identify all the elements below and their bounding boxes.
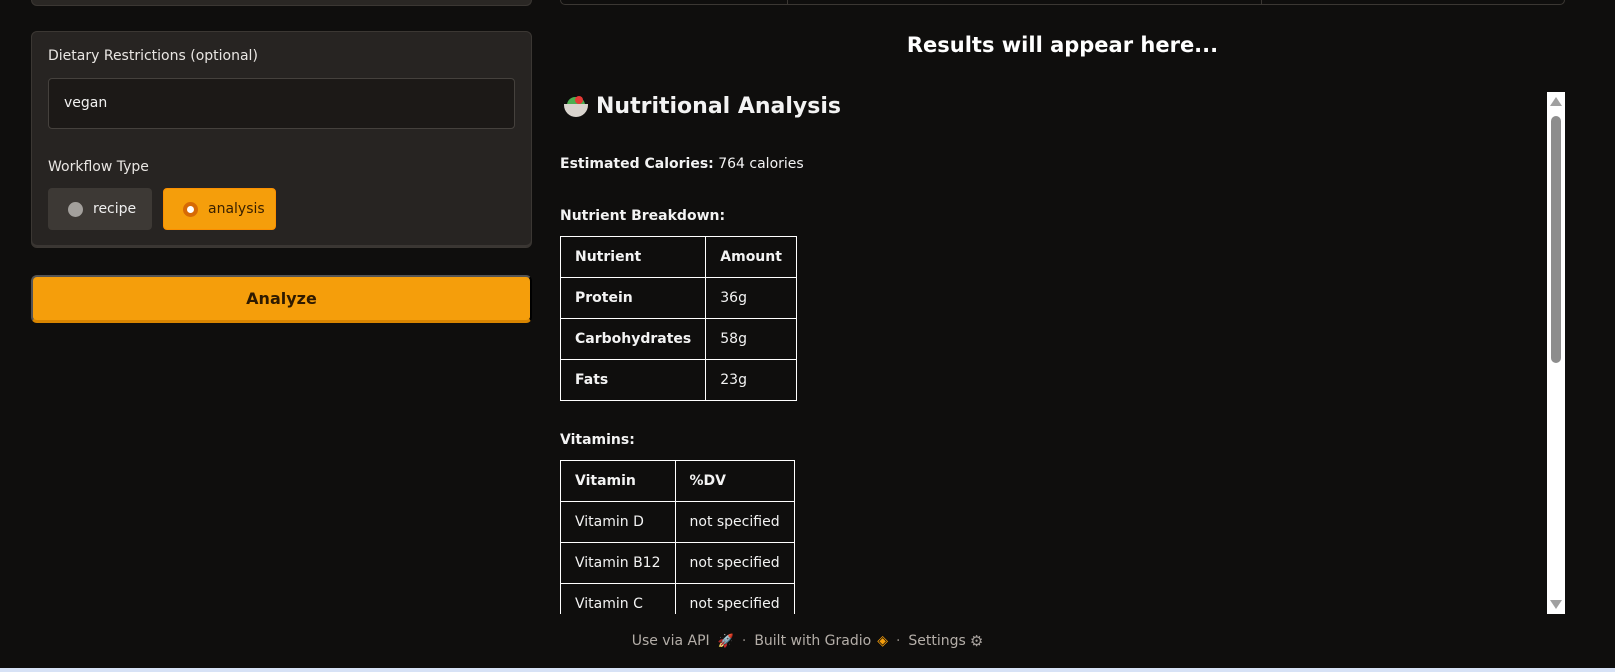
workflow-option-label: analysis	[208, 201, 265, 217]
divider	[1261, 0, 1262, 4]
calories-value: 764 calories	[718, 156, 804, 172]
nutrient-breakdown-label: Nutrient Breakdown:	[560, 208, 726, 224]
column-header: Vitamin	[560, 460, 676, 502]
table-cell: 23g	[705, 359, 797, 401]
scrollbar-thumb[interactable]	[1551, 116, 1561, 363]
settings-label: Settings	[908, 633, 966, 649]
radio-unselected-icon[interactable]	[68, 201, 83, 217]
output-scrollbar[interactable]	[1547, 92, 1565, 614]
column-header: %DV	[674, 460, 795, 502]
workflow-option-analysis[interactable]: analysis	[163, 188, 276, 230]
table-cell: Fats	[560, 359, 707, 401]
calories-line: Estimated Calories: 764 calories	[560, 156, 804, 172]
table-row: Carbohydrates 58g	[560, 318, 797, 360]
footer-separator: ·	[895, 633, 901, 649]
table-cell: not specified	[674, 583, 795, 614]
scroll-up-arrow-icon[interactable]	[1550, 97, 1562, 106]
radio-selected-icon[interactable]	[183, 201, 198, 217]
footer-separator: ·	[741, 633, 747, 649]
dietary-restrictions-label: Dietary Restrictions (optional)	[48, 48, 258, 64]
table-cell: Carbohydrates	[560, 318, 707, 360]
table-header-row: Vitamin %DV	[560, 460, 795, 502]
vitamin-table: Vitamin %DV Vitamin D not specified Vita…	[560, 460, 795, 614]
salad-bowl-icon	[564, 95, 588, 119]
window-bottom-edge	[0, 668, 1615, 672]
analysis-title: Nutritional Analysis	[564, 94, 841, 119]
built-with-gradio-label: Built with Gradio	[754, 633, 872, 649]
table-row: Vitamin D not specified	[560, 501, 795, 543]
results-placeholder-heading: Results will appear here...	[906, 33, 1219, 57]
table-cell: Vitamin D	[560, 501, 676, 543]
previous-output-bottom-edge	[560, 0, 1565, 5]
divider	[787, 0, 788, 4]
workflow-option-label: recipe	[93, 201, 137, 217]
table-cell: 58g	[705, 318, 797, 360]
gear-icon: ⚙	[969, 632, 984, 650]
workflow-option-recipe[interactable]: recipe	[48, 188, 152, 230]
scroll-down-arrow-icon[interactable]	[1550, 600, 1562, 609]
calories-label: Estimated Calories:	[560, 156, 714, 172]
options-panel: Dietary Restrictions (optional) vegan Wo…	[31, 31, 532, 248]
table-row: Vitamin C not specified	[560, 583, 795, 614]
built-with-gradio-link[interactable]: Built with Gradio ◈	[754, 633, 888, 649]
column-header: Nutrient	[560, 236, 707, 278]
use-via-api-label: Use via API	[631, 633, 710, 649]
analysis-title-text: Nutritional Analysis	[596, 94, 842, 119]
table-cell: Protein	[560, 277, 707, 319]
use-via-api-link[interactable]: Use via API 🚀	[632, 633, 734, 649]
table-row: Vitamin B12 not specified	[560, 542, 795, 584]
settings-link[interactable]: Settings ⚙	[908, 632, 983, 650]
previous-panel-bottom-edge	[31, 0, 532, 6]
footer: Use via API 🚀 · Built with Gradio ◈ · Se…	[0, 632, 1615, 650]
app-page: Dietary Restrictions (optional) vegan Wo…	[0, 0, 1615, 672]
table-row: Protein 36g	[560, 277, 797, 319]
dietary-restrictions-input[interactable]: vegan	[48, 78, 515, 129]
nutrient-table: Nutrient Amount Protein 36g Carbohydrate…	[560, 236, 797, 401]
table-cell: Vitamin C	[560, 583, 676, 614]
table-cell: 36g	[705, 277, 797, 319]
table-row: Fats 23g	[560, 359, 797, 401]
gradio-logo-icon: ◈	[877, 633, 888, 649]
table-header-row: Nutrient Amount	[560, 236, 797, 278]
analysis-output: Nutritional Analysis Estimated Calories:…	[560, 92, 1565, 614]
analyze-button[interactable]: Analyze	[31, 275, 532, 323]
rocket-icon: 🚀	[717, 633, 734, 649]
table-cell: not specified	[674, 501, 795, 543]
column-header: Amount	[705, 236, 797, 278]
table-cell: not specified	[674, 542, 795, 584]
workflow-type-label: Workflow Type	[48, 159, 149, 175]
vitamins-label: Vitamins:	[560, 432, 635, 448]
table-cell: Vitamin B12	[560, 542, 676, 584]
